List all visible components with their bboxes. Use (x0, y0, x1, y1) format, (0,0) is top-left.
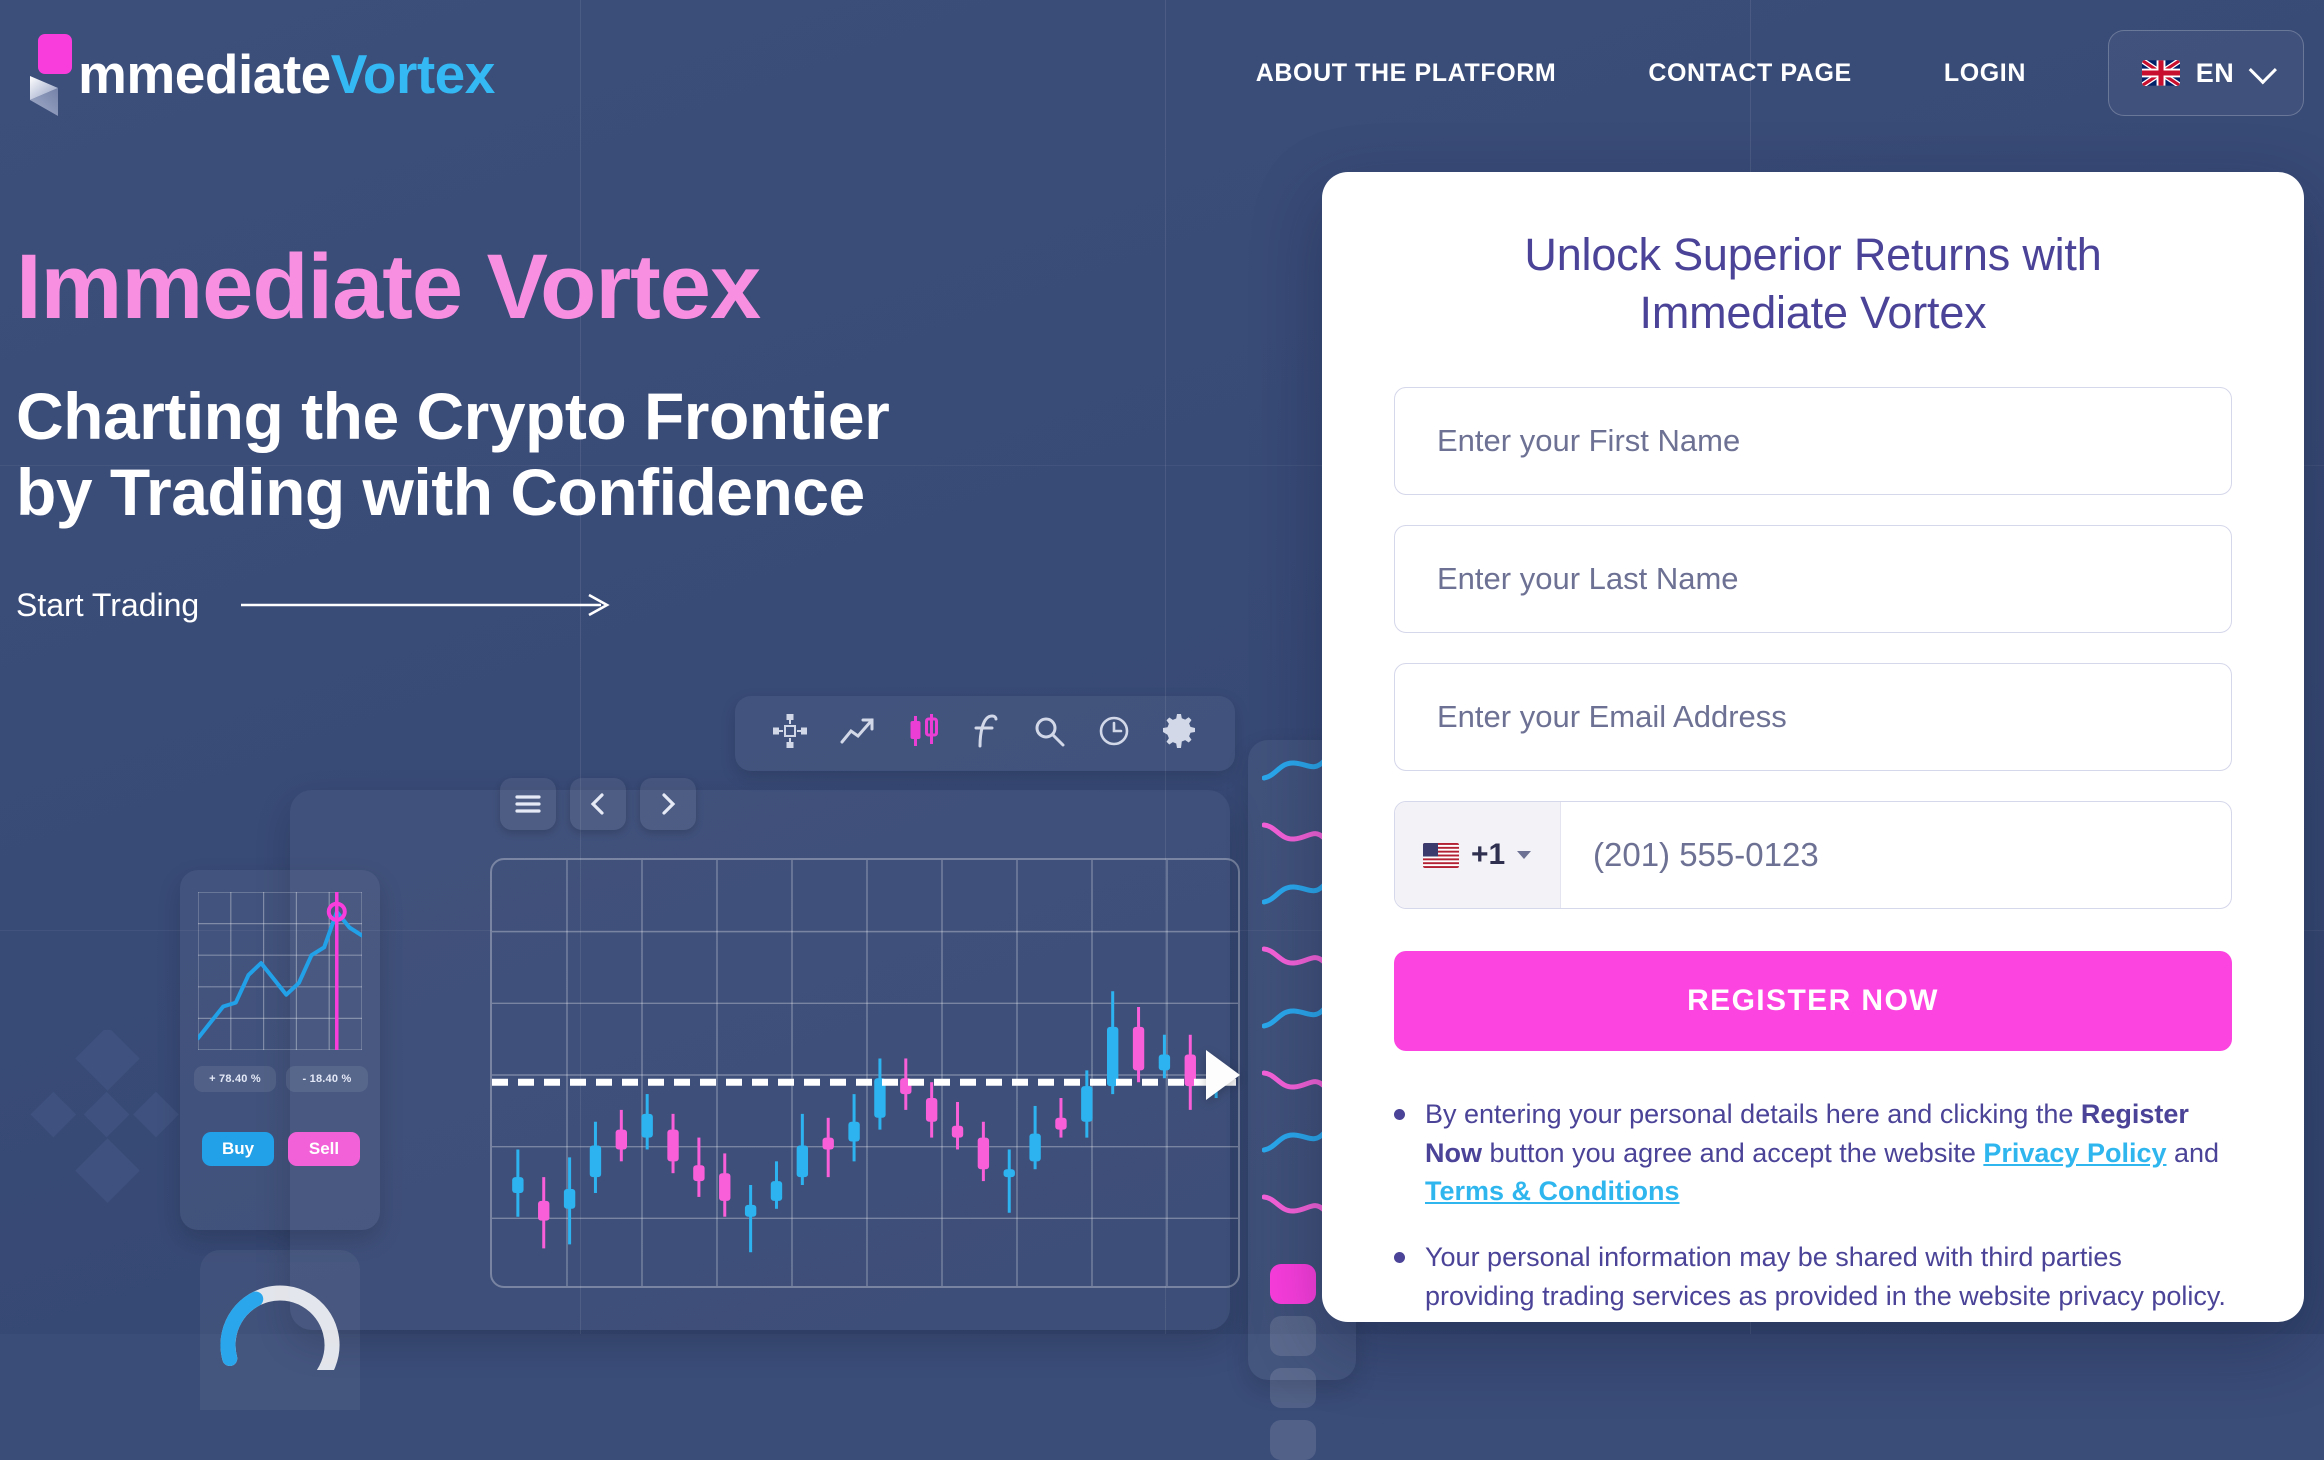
country-code-value: +1 (1471, 838, 1506, 872)
gear-icon[interactable] (1162, 714, 1196, 753)
trading-illustration: + 78.40 % - 18.40 % Buy Sell (180, 680, 1420, 1460)
country-code-selector[interactable]: +1 (1395, 802, 1561, 909)
stat-gain: + 78.40 % (194, 1066, 276, 1092)
last-name-input[interactable] (1394, 525, 2232, 634)
quick-action-button[interactable] (1270, 1264, 1316, 1304)
chart-panel-controls (500, 778, 696, 830)
registration-title-line-2: Immediate Vortex (1639, 286, 1987, 338)
chevron-left-icon[interactable] (570, 778, 626, 830)
sparkline-icon (1262, 822, 1326, 842)
privacy-policy-link[interactable]: Privacy Policy (1983, 1138, 2166, 1168)
us-flag-icon (1423, 842, 1459, 868)
chevron-right-icon[interactable] (640, 778, 696, 830)
sparkline-icon (1262, 946, 1326, 966)
disclaimer-prefix: By entering your personal details here a… (1425, 1099, 2081, 1130)
stat-badges: + 78.40 % - 18.40 % (194, 1066, 368, 1092)
register-now-button[interactable]: REGISTER NOW (1394, 951, 2232, 1052)
disclaimer-text: By entering your personal details here a… (1425, 1095, 2232, 1210)
logo-mark-icon (16, 28, 72, 120)
mini-stats-panel: + 78.40 % - 18.40 % Buy Sell (180, 870, 380, 1230)
clock-icon[interactable] (1098, 715, 1130, 752)
sparkline-icon (1262, 1006, 1326, 1029)
magnifier-icon[interactable] (1033, 715, 1065, 752)
language-switcher[interactable]: EN (2108, 30, 2304, 116)
price-marker-icon (1206, 1050, 1240, 1100)
disclaimer-item: Your personal information may be shared … (1394, 1238, 2232, 1315)
sparkline-icon (1262, 1070, 1326, 1090)
site-header: mmediateVortex ABOUT THE PLATFORM CONTAC… (0, 0, 2324, 168)
donut-chart-icon (220, 1285, 340, 1405)
start-trading-cta[interactable]: Start Trading (16, 587, 676, 624)
crosshair-icon[interactable] (773, 714, 808, 753)
stat-loss: - 18.40 % (286, 1066, 368, 1092)
hero-title: Immediate Vortex (16, 236, 761, 338)
trend-line-icon[interactable] (840, 716, 876, 751)
start-trading-label: Start Trading (16, 586, 200, 623)
hamburger-icon[interactable] (500, 778, 556, 830)
hero-subtitle: Charting the Crypto Frontier by Trading … (16, 378, 1196, 531)
hero-subtitle-line-1: Charting the Crypto Frontier (16, 378, 890, 453)
phone-field: +1 (1394, 801, 2232, 910)
caret-down-icon (1517, 851, 1532, 860)
sparkline-up-icon (254, 764, 324, 790)
nav-item-login[interactable]: LOGIN (1898, 59, 2072, 88)
chart-toolbar (735, 696, 1235, 771)
bullet-icon (1394, 1109, 1405, 1121)
bullet-icon (1394, 1252, 1405, 1264)
logo-dot-icon (38, 34, 72, 74)
quick-action-button[interactable] (1270, 1368, 1316, 1408)
disclaimer-mid: button you agree and accept the website (1482, 1137, 1984, 1168)
registration-card: Unlock Superior Returns with Immediate V… (1322, 172, 2304, 1322)
terms-conditions-link[interactable]: Terms & Conditions (1425, 1176, 1680, 1206)
mini-line-chart (198, 892, 362, 1050)
disclaimer-item: By entering your personal details here a… (1394, 1095, 2232, 1210)
disclaimer-join: and (2166, 1137, 2220, 1168)
logo-arrow-icon (30, 76, 58, 116)
main-navigation: ABOUT THE PLATFORM CONTACT PAGE LOGIN EN (1210, 30, 2304, 116)
logo-text: mmediateVortex (78, 46, 495, 102)
sparkline-icon (1262, 882, 1326, 905)
candlestick-chart (490, 858, 1240, 1288)
email-input[interactable] (1394, 663, 2232, 772)
donut-widget-panel (200, 1250, 360, 1410)
uk-flag-icon (2141, 60, 2180, 86)
nav-item-about-the-platform[interactable]: ABOUT THE PLATFORM (1210, 59, 1603, 88)
language-code: EN (2195, 57, 2235, 88)
logo-text-primary: mmediate (78, 42, 331, 105)
hero-subtitle-line-2: by Trading with Confidence (16, 455, 865, 530)
candlestick-icon[interactable] (909, 713, 941, 754)
logo[interactable]: mmediateVortex (16, 28, 495, 120)
quick-action-button[interactable] (1270, 1420, 1316, 1460)
buy-button[interactable]: Buy (202, 1132, 274, 1166)
chevron-down-icon (2248, 56, 2278, 85)
phone-input[interactable] (1561, 802, 2231, 909)
first-name-input[interactable] (1394, 387, 2232, 496)
disclaimer-text: Your personal information may be shared … (1425, 1242, 2226, 1311)
candlestick-chart-svg (492, 860, 1238, 1286)
arrow-right-icon (241, 594, 610, 617)
registration-title: Unlock Superior Returns with Immediate V… (1394, 226, 2232, 341)
trade-buttons: Buy Sell (202, 1132, 360, 1166)
logo-text-accent: Vortex (330, 42, 496, 105)
quick-action-button[interactable] (1270, 1316, 1316, 1356)
sparkline-icon (1262, 758, 1326, 781)
nav-item-contact-page[interactable]: CONTACT PAGE (1602, 59, 1898, 88)
registration-title-line-1: Unlock Superior Returns with (1524, 229, 2102, 280)
sparkline-icon (1262, 1130, 1326, 1153)
sparkline-icon (1262, 1194, 1326, 1214)
disclaimer-list: By entering your personal details here a… (1394, 1095, 2232, 1315)
sell-button[interactable]: Sell (288, 1132, 360, 1166)
hero-section: Immediate Vortex Charting the Crypto Fro… (16, 236, 1196, 624)
function-icon[interactable] (974, 714, 1000, 753)
